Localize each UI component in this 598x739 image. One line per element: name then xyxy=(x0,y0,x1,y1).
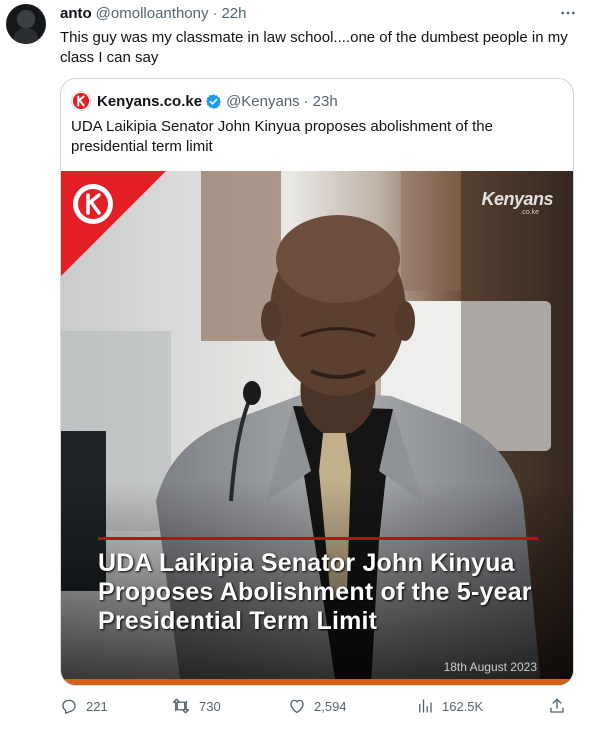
media-brand-sub: .co.ke xyxy=(520,209,539,216)
quoted-author-name[interactable]: Kenyans.co.ke xyxy=(97,93,202,110)
media-date: 18th August 2023 xyxy=(443,660,537,674)
retweet-icon xyxy=(172,698,190,714)
media-image[interactable]: Kenyans .co.ke UDA Laikipia Senator John… xyxy=(61,171,573,685)
retweet-button[interactable]: 730 xyxy=(171,696,221,716)
author-name[interactable]: anto xyxy=(60,5,92,22)
like-button[interactable]: 2,594 xyxy=(288,696,347,716)
verified-icon xyxy=(205,93,222,110)
views-count: 162.5K xyxy=(442,698,484,714)
share-button[interactable] xyxy=(548,696,574,716)
quoted-author-handle[interactable]: @Kenyans xyxy=(226,93,300,110)
tweet[interactable]: anto @omolloanthony · 22h This guy was m… xyxy=(0,0,598,739)
tweet-time[interactable]: 22h xyxy=(221,5,246,22)
like-count: 2,594 xyxy=(314,698,347,714)
reply-icon xyxy=(62,699,76,714)
tweet-text: This guy was my classmate in law school.… xyxy=(60,29,568,66)
action-bar: 221 730 2,594 162.5K xyxy=(60,696,580,716)
reply-button[interactable]: 221 xyxy=(60,696,108,716)
quoted-avatar[interactable] xyxy=(71,91,91,111)
media-caption: UDA Laikipia Senator John Kinyua Propose… xyxy=(98,549,532,635)
quoted-tweet-header: Kenyans.co.ke @Kenyans · 23h xyxy=(71,91,338,111)
quoted-tweet-text: UDA Laikipia Senator John Kinyua propose… xyxy=(71,118,493,155)
separator-dot: · xyxy=(303,92,309,110)
reply-count: 221 xyxy=(86,698,108,714)
views-button[interactable]: 162.5K xyxy=(416,696,483,716)
author-handle[interactable]: @omolloanthony xyxy=(96,5,209,22)
separator-dot: · xyxy=(212,5,218,22)
views-icon xyxy=(419,699,432,713)
quoted-tweet[interactable]: Kenyans.co.ke @Kenyans · 23h UDA Laikipi… xyxy=(60,78,574,686)
media-brand-watermark: Kenyans xyxy=(481,189,553,209)
like-icon xyxy=(290,699,304,714)
retweet-count: 730 xyxy=(199,698,221,714)
quoted-tweet-time[interactable]: 23h xyxy=(313,93,338,110)
share-icon xyxy=(550,698,564,713)
avatar[interactable] xyxy=(6,4,46,44)
more-icon[interactable] xyxy=(556,3,580,23)
tweet-header: anto @omolloanthony · 22h xyxy=(60,5,247,25)
